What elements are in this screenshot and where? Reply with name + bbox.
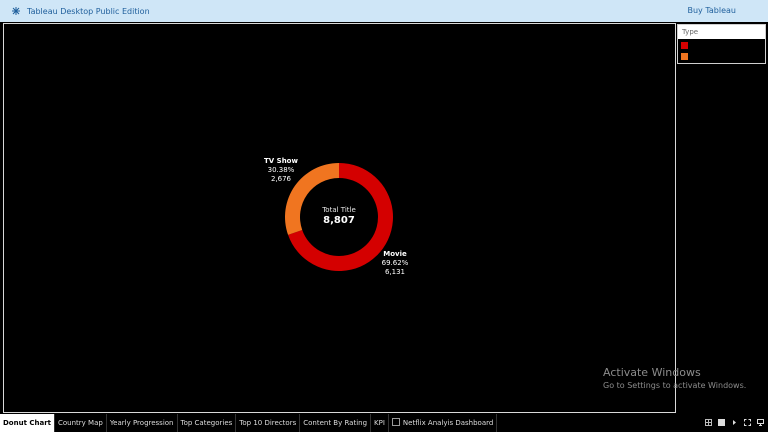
tableau-logo-icon <box>11 6 21 16</box>
tab-top-categories[interactable]: Top Categories <box>178 414 237 432</box>
tv-show-name: TV Show <box>264 157 298 165</box>
tab-donut-chart[interactable]: Donut Chart <box>0 414 56 432</box>
legend-swatch-tv-show[interactable] <box>681 53 688 60</box>
watermark-line2: Go to Settings to activate Windows. <box>603 381 747 390</box>
legend-header: Type <box>678 25 765 39</box>
movie-percent: 69.62% <box>381 259 409 267</box>
tab-top-10-directors[interactable]: Top 10 Directors <box>236 414 301 432</box>
fullscreen-icon[interactable] <box>744 419 751 426</box>
tab-yearly-progression[interactable]: Yearly Progression <box>107 414 178 432</box>
tab-controls <box>705 419 764 426</box>
filmstrip-view-icon[interactable] <box>718 419 725 426</box>
label-tv-show: TV Show 30.38% 2,676 <box>262 157 300 184</box>
tab-content-by-rating[interactable]: Content By Rating <box>300 414 372 432</box>
app-title: Tableau Desktop Public Edition <box>27 6 150 16</box>
play-icon[interactable] <box>731 419 738 426</box>
tv-show-percent: 30.38% <box>267 166 295 174</box>
buy-tableau-link[interactable]: Buy Tableau <box>688 6 737 15</box>
present-icon[interactable] <box>757 419 764 426</box>
dashboard-icon <box>391 418 400 426</box>
movie-count: 6,131 <box>384 268 406 276</box>
legend-swatch-movie[interactable] <box>681 42 688 49</box>
label-movie: Movie 69.62% 6,131 <box>376 250 414 277</box>
tab-netflix-dashboard[interactable]: Netflix Analyis Dashboard <box>389 414 498 432</box>
grid-view-icon[interactable] <box>705 419 712 426</box>
type-legend[interactable]: Type <box>677 24 766 64</box>
sheet-tabs: Donut Chart Country Map Yearly Progressi… <box>0 414 768 432</box>
tab-country-map[interactable]: Country Map <box>55 414 107 432</box>
right-panel <box>676 23 768 411</box>
title-bar: Tableau Desktop Public Edition Buy Table… <box>0 0 768 22</box>
tab-netflix-dashboard-label: Netflix Analyis Dashboard <box>402 419 494 427</box>
activate-windows-watermark: Activate Windows Go to Settings to activ… <box>603 366 746 390</box>
watermark-line1: Activate Windows <box>603 366 701 379</box>
tab-kpi[interactable]: KPI <box>371 414 389 432</box>
donut-center-label: Total Title <box>322 206 356 214</box>
tv-show-count: 2,676 <box>270 175 292 183</box>
movie-name: Movie <box>383 250 407 258</box>
donut-center-value: 8,807 <box>323 215 355 226</box>
